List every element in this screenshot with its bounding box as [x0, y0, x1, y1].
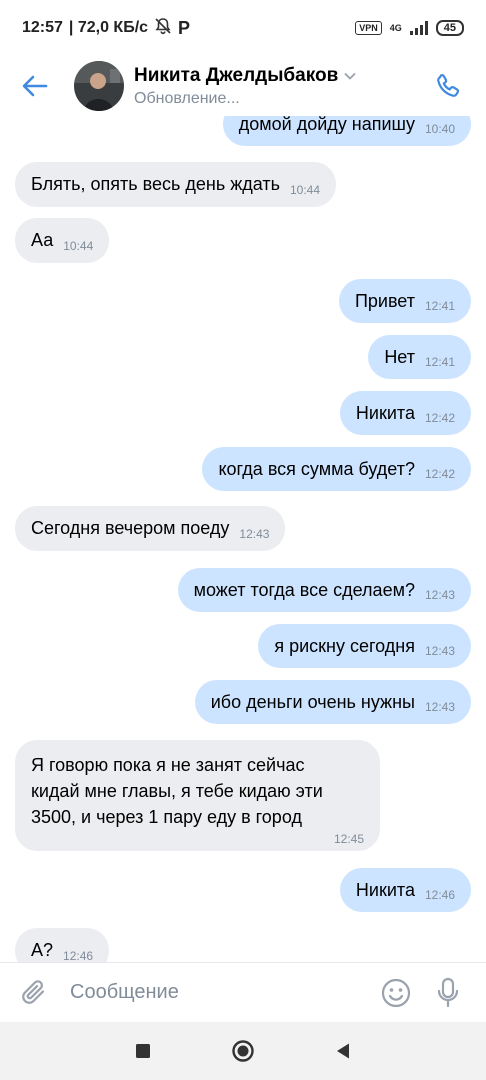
message-time: 10:40 [424, 122, 455, 136]
message-time: 12:46 [424, 888, 455, 902]
contact-info[interactable]: Никита Джелдыбаков Обновление... [134, 65, 356, 108]
message-bubble[interactable]: когда вся сумма будет? 12:42 [202, 447, 471, 491]
message-text: Сегодня вечером поеду [31, 518, 230, 538]
message-composer [0, 962, 486, 1022]
square-icon [136, 1044, 150, 1058]
message-time: 12:43 [239, 526, 270, 541]
message-time: 12:46 [63, 948, 94, 963]
message-time: 12:41 [424, 355, 455, 369]
message-text: домой дойду напишу [238, 116, 415, 134]
vpn-badge: VPN [355, 21, 382, 35]
microphone-icon [437, 977, 459, 1007]
smile-icon [381, 978, 411, 1007]
mute-bell-icon [154, 17, 172, 40]
call-button[interactable] [426, 64, 470, 108]
message-bubble[interactable]: ибо деньги очень нужны 12:43 [194, 680, 471, 724]
contact-status: Обновление... [134, 89, 240, 107]
battery-indicator: 45 [435, 20, 464, 36]
message-time: 10:44 [63, 238, 94, 253]
message-text: Привет [354, 290, 415, 311]
message-time: 12:42 [424, 411, 455, 425]
recents-button[interactable] [93, 1022, 193, 1080]
signal-icon [409, 21, 428, 35]
home-button[interactable] [193, 1022, 293, 1080]
network-type: 4G [389, 22, 402, 33]
message-text: когда вся сумма будет? [218, 458, 415, 479]
message-text: Блять, опять весь день ждать [31, 174, 280, 194]
message-time: 12:42 [424, 467, 455, 481]
message-bubble[interactable]: я рискну сегодня 12:43 [258, 624, 471, 668]
message-text: может тогда все сделаем? [193, 579, 415, 600]
paperclip-icon [22, 979, 45, 1004]
contact-name: Никита Джелдыбаков [134, 64, 339, 86]
phone-icon [437, 74, 460, 97]
emoji-button[interactable] [370, 963, 422, 1023]
message-time: 12:43 [424, 588, 455, 602]
message-bubble[interactable]: Привет 12:41 [338, 279, 471, 323]
message-bubble[interactable]: А? 12:46 [15, 928, 110, 963]
message-time: 10:44 [289, 182, 321, 197]
message-text: я рискну сегодня [274, 635, 415, 656]
message-text: А? [31, 940, 54, 960]
avatar[interactable] [74, 61, 124, 111]
message-bubble[interactable]: может тогда все сделаем? 12:43 [177, 568, 471, 612]
message-time: 12:41 [424, 299, 455, 313]
message-time: 12:43 [424, 644, 455, 658]
status-time: 12:57 [22, 19, 63, 36]
message-bubble[interactable]: Сегодня вечером поеду 12:43 [15, 506, 286, 551]
message-text: Я говорю пока я не занят сейчас кидай мн… [31, 755, 323, 827]
message-text: Никита [355, 402, 415, 423]
chat-screen: 12:57 | 72,0 КБ/с P VPN 4G 45 Никита Дже… [0, 0, 486, 1080]
circle-icon [232, 1040, 254, 1062]
voice-message-button[interactable] [422, 963, 474, 1023]
message-list[interactable]: домой дойду напишу 10:40 Блять, опять ве… [0, 116, 486, 962]
message-bubble[interactable]: Нет 12:41 [368, 335, 471, 379]
back-button[interactable] [0, 56, 70, 116]
message-text: Аа [31, 230, 54, 250]
triangle-back-icon [337, 1043, 349, 1059]
message-bubble[interactable]: домой дойду напишу 10:40 [222, 116, 471, 146]
message-bubble[interactable]: Блять, опять весь день ждать 10:44 [15, 162, 337, 207]
chevron-down-icon [344, 72, 356, 80]
parking-icon: P [178, 17, 191, 38]
message-bubble[interactable]: Никита 12:46 [339, 868, 471, 912]
message-text: Никита [355, 879, 415, 900]
status-speed: | 72,0 КБ/с [68, 19, 149, 36]
message-bubble[interactable]: Я говорю пока я не занят сейчас кидай мн… [15, 740, 380, 851]
system-nav-bar [0, 1022, 486, 1080]
attach-button[interactable] [0, 963, 70, 1023]
message-text: ибо деньги очень нужны [210, 691, 415, 712]
back-arrow-icon [22, 75, 48, 97]
message-text: Нет [384, 346, 415, 367]
message-time: 12:45 [333, 832, 364, 846]
message-input[interactable] [70, 981, 370, 1004]
message-bubble[interactable]: Аа 10:44 [15, 218, 110, 263]
message-time: 12:43 [424, 700, 455, 714]
status-bar: 12:57 | 72,0 КБ/с P VPN 4G 45 [0, 0, 486, 56]
system-back-button[interactable] [293, 1022, 393, 1080]
message-bubble[interactable]: Никита 12:42 [339, 391, 471, 435]
chat-header: Никита Джелдыбаков Обновление... [0, 56, 486, 116]
